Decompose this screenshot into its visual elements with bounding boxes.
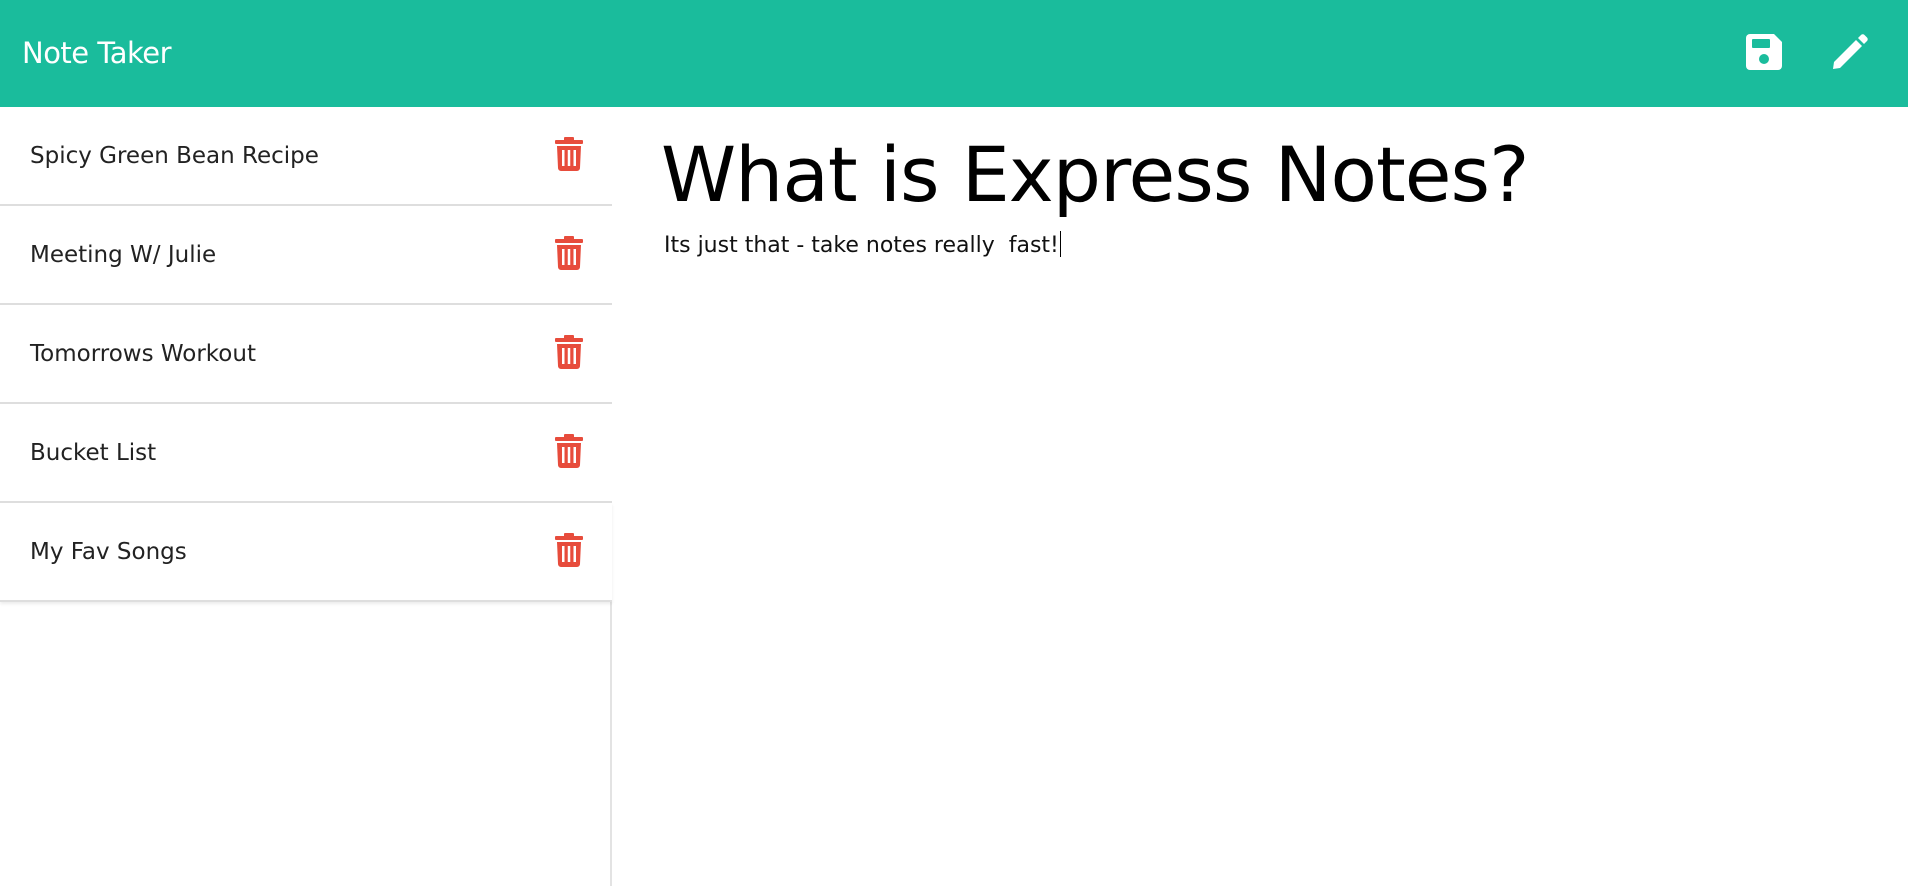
new-note-button[interactable]	[1828, 30, 1872, 74]
floppy-disk-save-icon	[1746, 34, 1782, 70]
app-title[interactable]: Note Taker	[22, 33, 172, 73]
text-cursor	[1059, 231, 1061, 257]
trash-icon	[555, 335, 583, 369]
note-text: Its just that - take notes really fast!	[664, 233, 1059, 258]
note-list-item[interactable]: Tomorrows Workout	[0, 305, 612, 404]
note-text-area[interactable]: Its just that - take notes really fast!	[664, 231, 1061, 261]
note-title[interactable]: Bucket List	[30, 438, 156, 468]
trash-icon	[555, 533, 583, 567]
note-title-input[interactable]: What is Express Notes?	[661, 125, 1529, 225]
note-list-item[interactable]: Bucket List	[0, 404, 612, 503]
trash-icon	[555, 434, 583, 468]
pencil-icon	[1833, 34, 1868, 69]
navbar: Note Taker	[0, 0, 1908, 107]
delete-note-button[interactable]	[555, 137, 583, 171]
note-title[interactable]: Tomorrows Workout	[30, 339, 256, 369]
trash-icon	[555, 236, 583, 270]
note-list-item[interactable]: Spicy Green Bean Recipe	[0, 107, 612, 206]
note-editor: What is Express Notes? Its just that - t…	[614, 107, 1908, 886]
note-list: Spicy Green Bean Recipe Meeting W/ Julie	[0, 107, 612, 602]
trash-icon	[555, 137, 583, 171]
note-title[interactable]: Spicy Green Bean Recipe	[30, 141, 319, 171]
note-list-item[interactable]: My Fav Songs	[0, 503, 612, 602]
delete-note-button[interactable]	[555, 236, 583, 270]
note-title[interactable]: My Fav Songs	[30, 537, 187, 567]
notes-sidebar: Spicy Green Bean Recipe Meeting W/ Julie	[0, 107, 612, 886]
note-title[interactable]: Meeting W/ Julie	[30, 240, 216, 270]
delete-note-button[interactable]	[555, 434, 583, 468]
save-note-button[interactable]	[1742, 30, 1786, 74]
delete-note-button[interactable]	[555, 335, 583, 369]
note-list-item[interactable]: Meeting W/ Julie	[0, 206, 612, 305]
delete-note-button[interactable]	[555, 533, 583, 567]
